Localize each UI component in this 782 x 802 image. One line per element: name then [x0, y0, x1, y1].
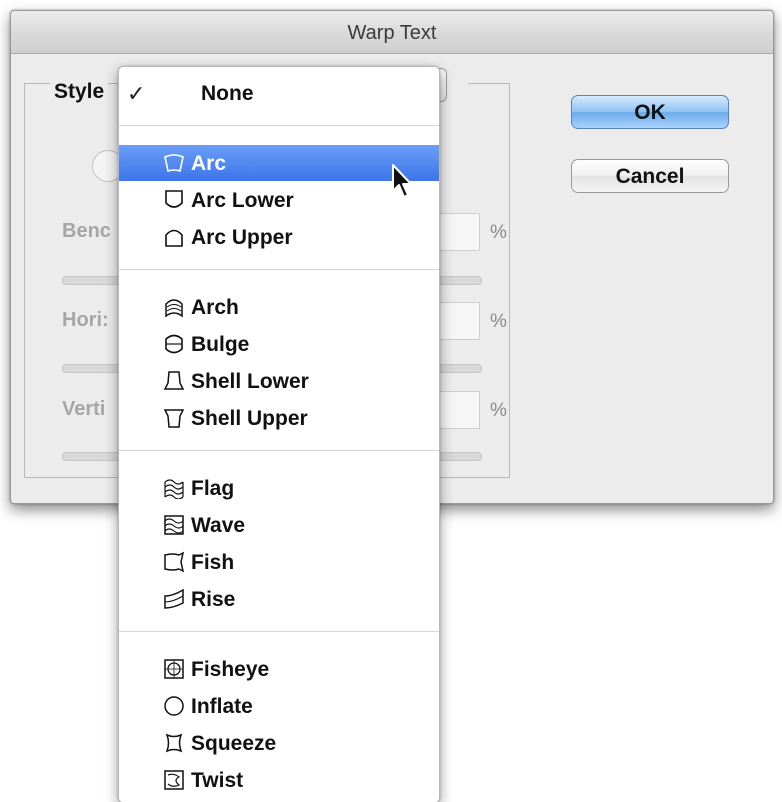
arch-icon [165, 299, 183, 318]
menu-item-label: Rise [191, 588, 236, 611]
menu-item-label: Arc Lower [191, 189, 294, 212]
menu-item-label: Squeeze [191, 732, 277, 755]
menu-item-twist[interactable]: Twist [119, 762, 439, 798]
vertical-distortion-label: Verti [62, 398, 106, 420]
menu-item-label: Arc Upper [191, 226, 293, 249]
menu-item-label: Bulge [191, 333, 250, 356]
menu-item-label: Flag [191, 477, 235, 500]
menu-item-none[interactable]: ✓ None [119, 75, 439, 111]
checkmark-icon: ✓ [127, 81, 146, 106]
arc-upper-icon [165, 229, 183, 247]
arc-icon [164, 154, 184, 173]
menu-separator [119, 269, 439, 270]
mouse-pointer-icon [392, 164, 412, 198]
shell-lower-icon [163, 371, 185, 390]
flag-icon [164, 479, 184, 499]
group-label-gap [446, 78, 468, 90]
menu-item-label: Fisheye [191, 658, 270, 681]
arc-lower-icon [165, 190, 183, 208]
menu-item-flag[interactable]: Flag [119, 470, 439, 506]
bend-label: Benc [62, 220, 111, 242]
title-bar[interactable]: Warp Text [11, 11, 773, 54]
menu-item-shell-upper[interactable]: Shell Upper [119, 400, 439, 436]
bend-percent: % [490, 222, 507, 243]
menu-item-fisheye[interactable]: Fisheye [119, 651, 439, 687]
horizontal-percent: % [490, 311, 507, 332]
dialog-title: Warp Text [347, 22, 437, 44]
menu-item-label: Wave [191, 514, 246, 537]
inflate-icon [164, 696, 184, 716]
vertical-percent: % [490, 400, 507, 421]
menu-item-wave[interactable]: Wave [119, 507, 439, 543]
fish-icon [164, 551, 185, 573]
menu-separator [119, 125, 439, 126]
menu-item-label: Inflate [191, 695, 253, 718]
menu-item-inflate[interactable]: Inflate [119, 688, 439, 724]
menu-item-label: Arch [191, 296, 239, 319]
twist-icon [164, 770, 184, 790]
cancel-button[interactable]: Cancel [571, 159, 729, 193]
menu-item-rise[interactable]: Rise [119, 581, 439, 617]
menu-item-label: Shell Lower [191, 370, 309, 393]
style-label: Style [50, 80, 109, 104]
menu-item-label: None [201, 82, 254, 105]
squeeze-icon [165, 733, 183, 753]
menu-item-fish[interactable]: Fish [119, 544, 439, 580]
menu-item-label: Fish [191, 551, 235, 574]
horizontal-distortion-label: Hori: [62, 309, 109, 331]
rise-icon [164, 588, 184, 609]
screen: Warp Text Style Benc % Hori: % Verti % O… [0, 0, 782, 802]
menu-item-label: Arc [191, 152, 227, 175]
shell-upper-icon [163, 409, 185, 428]
fisheye-icon [164, 659, 184, 679]
menu-item-shell-lower[interactable]: Shell Lower [119, 363, 439, 399]
menu-item-squeeze[interactable]: Squeeze [119, 725, 439, 761]
menu-item-arc-upper[interactable]: Arc Upper [119, 219, 439, 255]
ok-button[interactable]: OK [571, 95, 729, 129]
menu-item-bulge[interactable]: Bulge [119, 326, 439, 362]
wave-icon [164, 515, 184, 535]
menu-item-label: Shell Upper [191, 407, 308, 430]
bulge-icon [165, 334, 183, 354]
menu-separator [119, 631, 439, 632]
menu-item-label: Twist [191, 769, 244, 792]
menu-separator [119, 450, 439, 451]
menu-item-arch[interactable]: Arch [119, 289, 439, 325]
